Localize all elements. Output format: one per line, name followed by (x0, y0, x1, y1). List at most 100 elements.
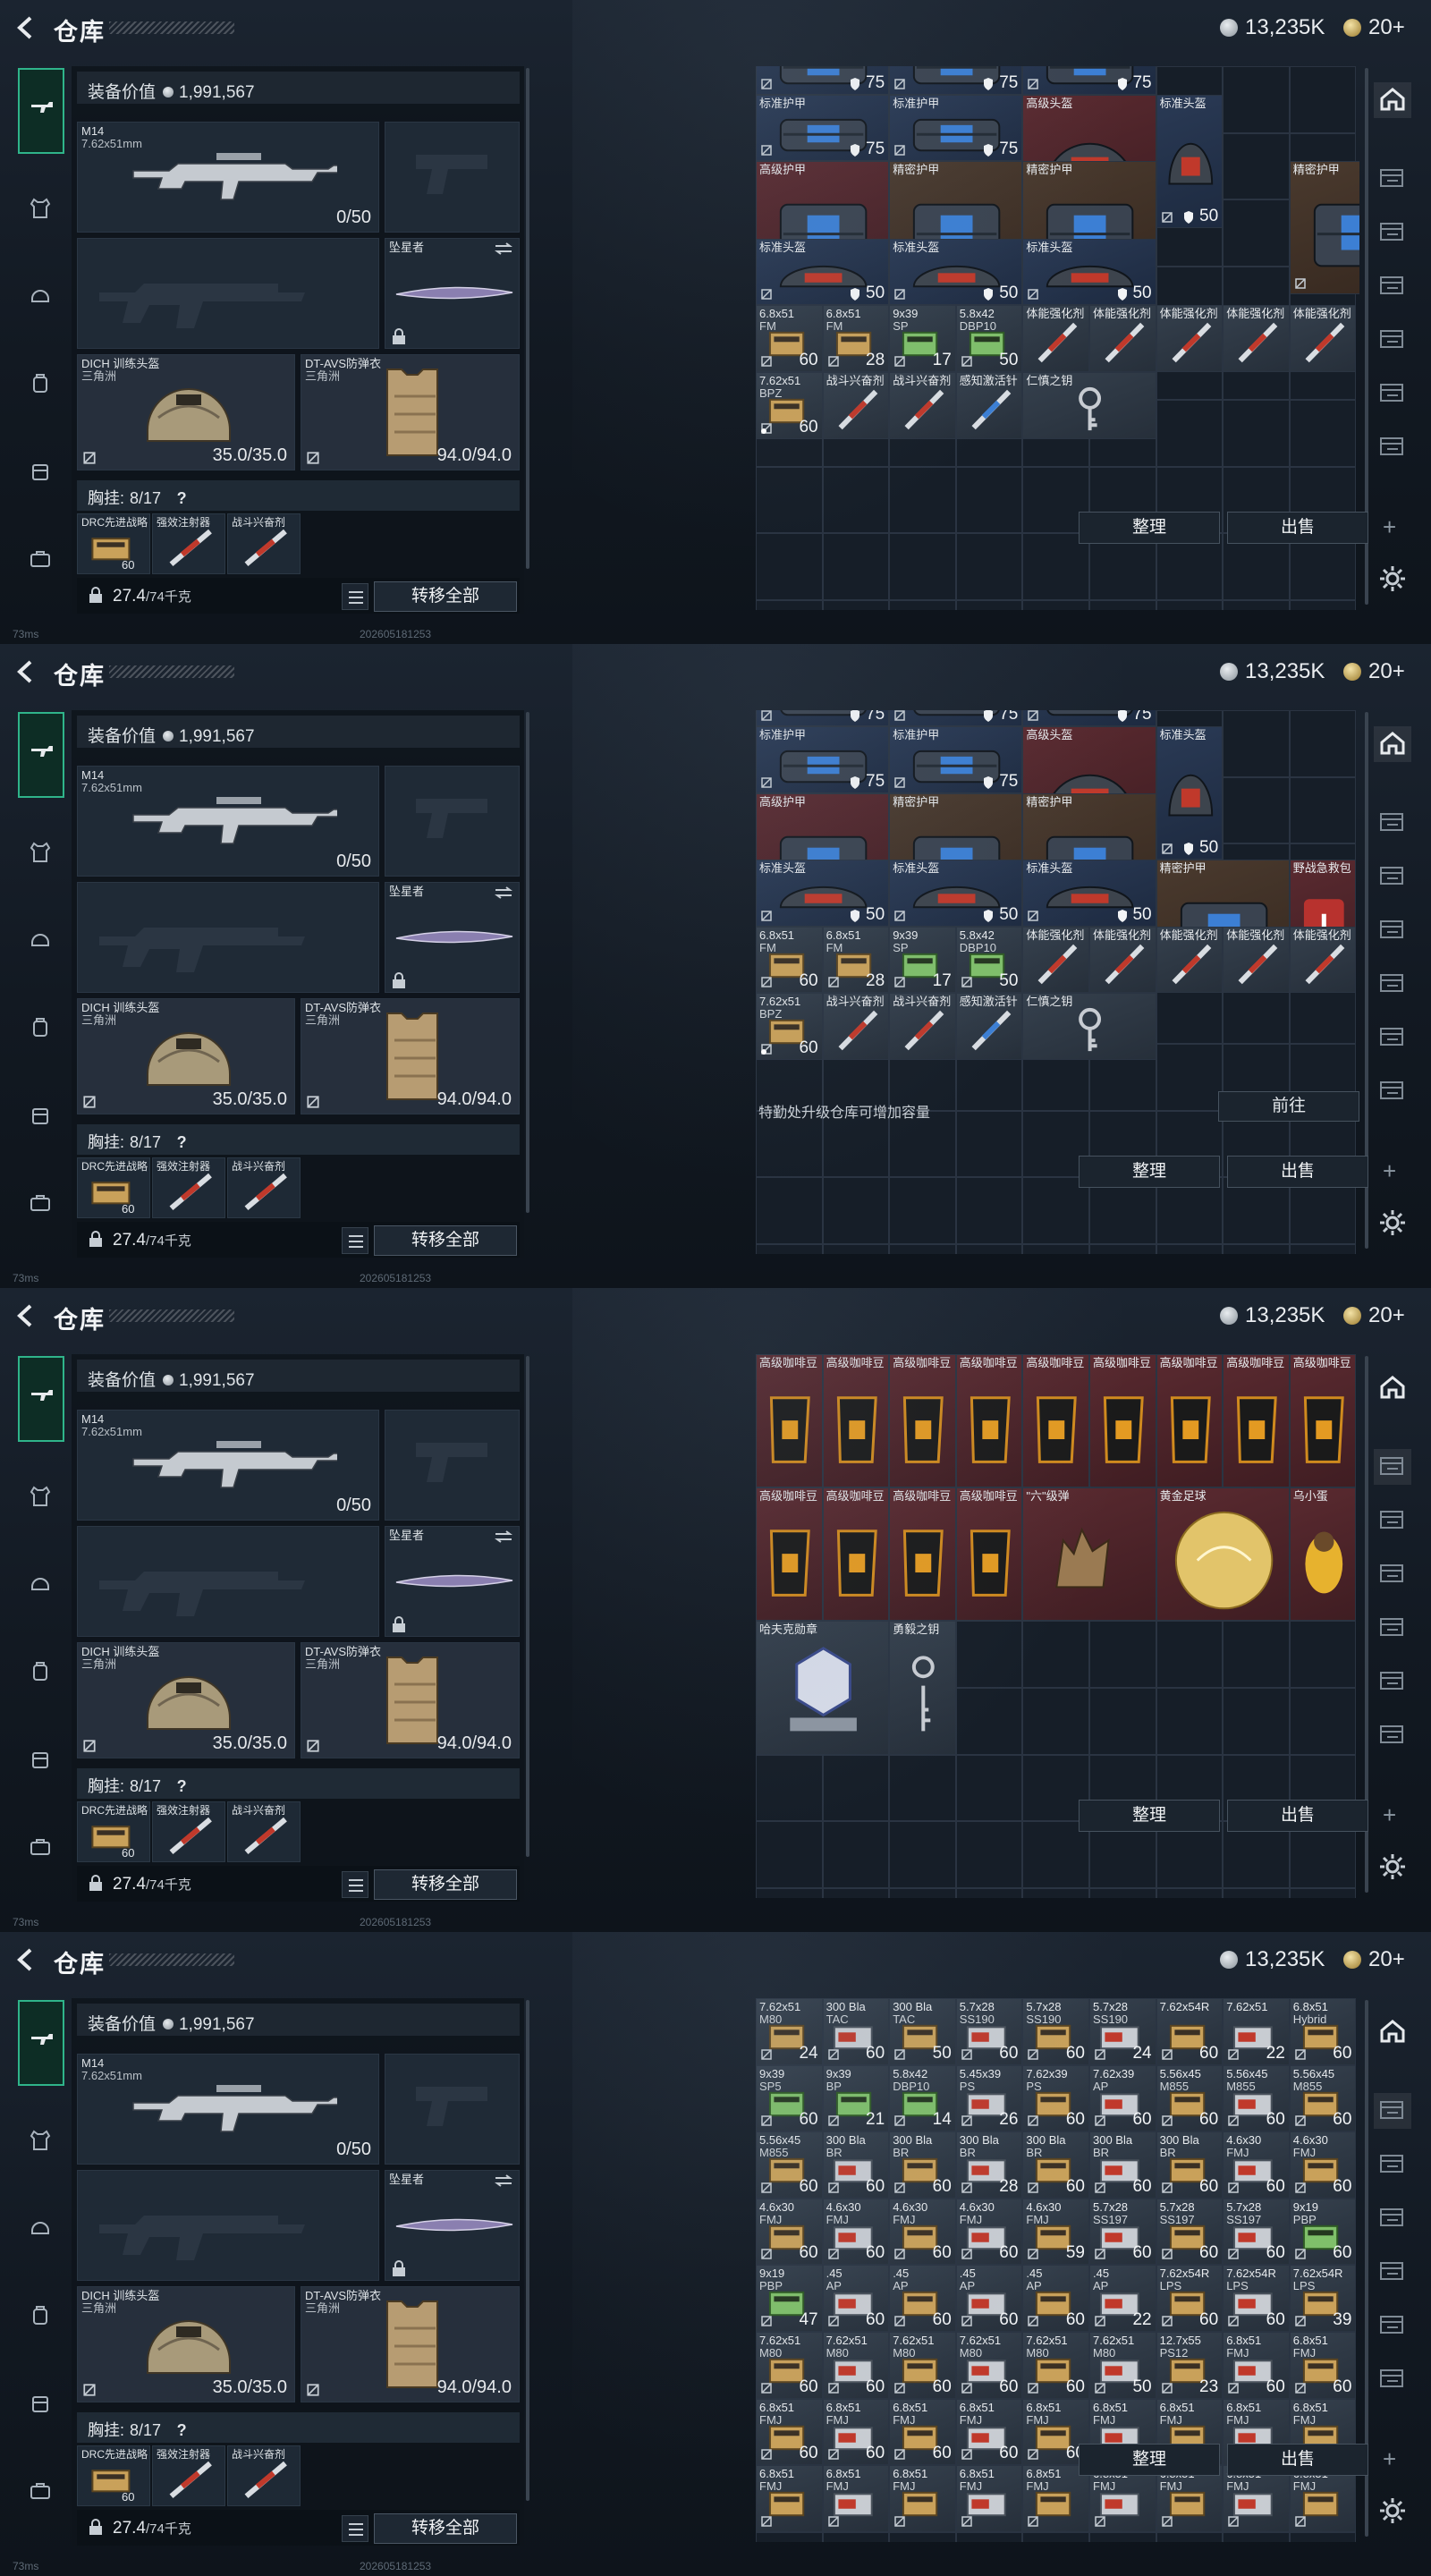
ammo-item[interactable]: 300 Bla TAC 60 (822, 1998, 890, 2065)
ammo-item[interactable]: 4.6x30 FMJ 60 (889, 2198, 956, 2266)
swap-icon[interactable] (494, 2174, 513, 2187)
ammo-item[interactable]: 6.8x51FMJ 60 (1223, 2332, 1290, 2399)
empty-cell[interactable] (1289, 710, 1357, 777)
grid-item[interactable]: 标准头盔 50 (1022, 860, 1156, 927)
empty-cell[interactable] (1223, 1621, 1290, 1688)
ammo-item[interactable]: .45 AP 60 (1022, 2265, 1089, 2332)
grid-item[interactable]: 乌小蛋 (1289, 1487, 1357, 1622)
empty-cell[interactable] (955, 466, 1023, 534)
empty-cell[interactable] (756, 1754, 823, 1822)
chest-item[interactable]: 战斗兴奋剂 (227, 1801, 301, 1862)
loadout-scrollbar[interactable] (526, 1356, 529, 1857)
ammo-item[interactable]: 7.62x51 M80 60 (1022, 2332, 1089, 2399)
storage-tab[interactable] (1374, 2308, 1411, 2343)
sell-button[interactable]: 出售 (1227, 1800, 1368, 1832)
grid-item[interactable]: 7.62x51 BPZ 60 (756, 993, 823, 1060)
sidearm-slot[interactable] (385, 122, 520, 233)
chest-item[interactable]: 战斗兴奋剂 (227, 2445, 301, 2506)
sell-button[interactable]: 出售 (1227, 512, 1368, 544)
empty-cell[interactable] (822, 1754, 890, 1822)
chest-item[interactable]: 强效注射器 (152, 1157, 225, 1218)
move-all-button[interactable]: 转移全部 (374, 2513, 517, 2544)
grid-item[interactable]: 高级咖啡豆 (1089, 1354, 1156, 1488)
melee-slot[interactable]: 坠星者 (385, 2170, 520, 2281)
chest-item[interactable]: 战斗兴奋剂 (227, 1157, 301, 1218)
list-view-button[interactable] (342, 583, 368, 610)
nav-weapon[interactable] (18, 712, 64, 798)
empty-cell[interactable] (822, 2531, 890, 2542)
back-button[interactable] (13, 1946, 39, 1973)
empty-cell[interactable] (1022, 2531, 1089, 2542)
ammo-item[interactable]: 6.8x51FMJ (822, 2465, 890, 2532)
nav-armor[interactable] (20, 921, 61, 962)
grid-item[interactable]: 标准护甲 75 (889, 94, 1023, 162)
nav-chest-rig[interactable] (20, 2122, 61, 2163)
grid-item[interactable]: 体能强化剂 (1223, 926, 1290, 994)
sort-button[interactable]: 整理 (1079, 512, 1220, 544)
silver-currency[interactable]: 13,235K (1220, 659, 1325, 684)
move-all-button[interactable]: 转移全部 (374, 1869, 517, 1900)
grid-item[interactable]: 体能强化剂 (1156, 926, 1224, 994)
sort-button[interactable]: 整理 (1079, 1156, 1220, 1188)
grid-item[interactable]: 标准护甲 75 (889, 726, 1023, 793)
empty-cell[interactable] (822, 1821, 890, 1888)
empty-cell[interactable] (1223, 400, 1290, 467)
ammo-item[interactable]: 7.62x51 M80 60 (822, 2332, 890, 2399)
ammo-item[interactable]: 5.7x28 SS197 60 (1156, 2198, 1224, 2266)
empty-cell[interactable] (756, 599, 823, 610)
storage-tab[interactable] (1374, 1610, 1411, 1646)
grid-item[interactable]: "六"级弹 (1022, 1487, 1156, 1622)
storage-tab[interactable] (1374, 1020, 1411, 1055)
empty-cell[interactable] (955, 1821, 1023, 1888)
storage-tab[interactable] (1374, 1664, 1411, 1699)
grid-item[interactable]: 高级头盔75 (1022, 710, 1156, 726)
empty-cell[interactable] (1289, 1688, 1357, 1755)
move-all-button[interactable]: 转移全部 (374, 1225, 517, 1256)
grid-item[interactable]: 体能强化剂 (1022, 926, 1089, 994)
grid-item[interactable]: 勇毅之钥 (889, 1621, 956, 1755)
ammo-item[interactable]: 6.8x51FMJ 60 (955, 2398, 1023, 2466)
empty-cell[interactable] (1089, 599, 1156, 610)
chest-item[interactable]: DRC先进战略 (77, 1157, 150, 1218)
sidearm-slot[interactable] (385, 2054, 520, 2165)
nav-case[interactable] (20, 540, 61, 581)
storage-tab[interactable] (1374, 966, 1411, 1002)
ammo-item[interactable]: .45 AP 60 (955, 2265, 1023, 2332)
empty-cell[interactable] (889, 1243, 956, 1254)
swap-icon[interactable] (494, 242, 513, 255)
grid-item[interactable]: 高级咖啡豆 (1156, 1354, 1224, 1488)
ammo-item[interactable]: 7.62x51 M80 60 (889, 2332, 956, 2399)
empty-cell[interactable] (1223, 2531, 1290, 2542)
help-icon[interactable]: ? (174, 489, 190, 508)
gold-currency[interactable]: 20+ (1343, 1303, 1405, 1328)
grid-item[interactable]: 高级咖啡豆 (1223, 1354, 1290, 1488)
empty-cell[interactable] (955, 1688, 1023, 1755)
ammo-item[interactable]: 5.45x39 PS 26 (955, 2064, 1023, 2132)
add-storage-icon[interactable]: + (1383, 1157, 1396, 1185)
empty-cell[interactable] (1289, 1887, 1357, 1898)
loadout-scrollbar[interactable] (526, 2000, 529, 2501)
ammo-item[interactable]: 6.8x51FMJ 60 (756, 2398, 823, 2466)
empty-cell[interactable] (955, 1110, 1023, 1178)
ammo-item[interactable]: 5.7x28 SS190 24 (1089, 1998, 1156, 2065)
grid-item[interactable]: 高级咖啡豆 (822, 1354, 890, 1488)
grid-item[interactable]: 高级咖啡豆 (822, 1487, 890, 1622)
sort-button[interactable]: 整理 (1079, 2444, 1220, 2476)
gold-currency[interactable]: 20+ (1343, 1947, 1405, 1972)
nav-weapon[interactable] (18, 2000, 64, 2086)
ammo-item[interactable]: 5.56x45 M855 60 (756, 2131, 823, 2199)
storage-tab[interactable] (1374, 268, 1411, 304)
grid-item[interactable]: 高级咖啡豆 (1022, 1354, 1089, 1488)
empty-cell[interactable] (1223, 1688, 1290, 1755)
storage-tab[interactable] (1374, 2093, 1411, 2129)
chest-item[interactable]: DRC先进战略 (77, 1801, 150, 1862)
empty-cell[interactable] (1089, 2531, 1156, 2542)
storage-tab[interactable] (1374, 2147, 1411, 2182)
empty-cell[interactable] (889, 1177, 956, 1244)
nav-armor[interactable] (20, 2209, 61, 2250)
armor-slot[interactable]: DT-AVS防弹衣 三角洲 94.0/94.0 (301, 354, 520, 470)
nav-backpack[interactable] (20, 365, 61, 406)
empty-cell[interactable] (1289, 776, 1357, 844)
grid-item[interactable]: 标准头盔 50 (1156, 94, 1224, 228)
empty-cell[interactable] (955, 2531, 1023, 2542)
